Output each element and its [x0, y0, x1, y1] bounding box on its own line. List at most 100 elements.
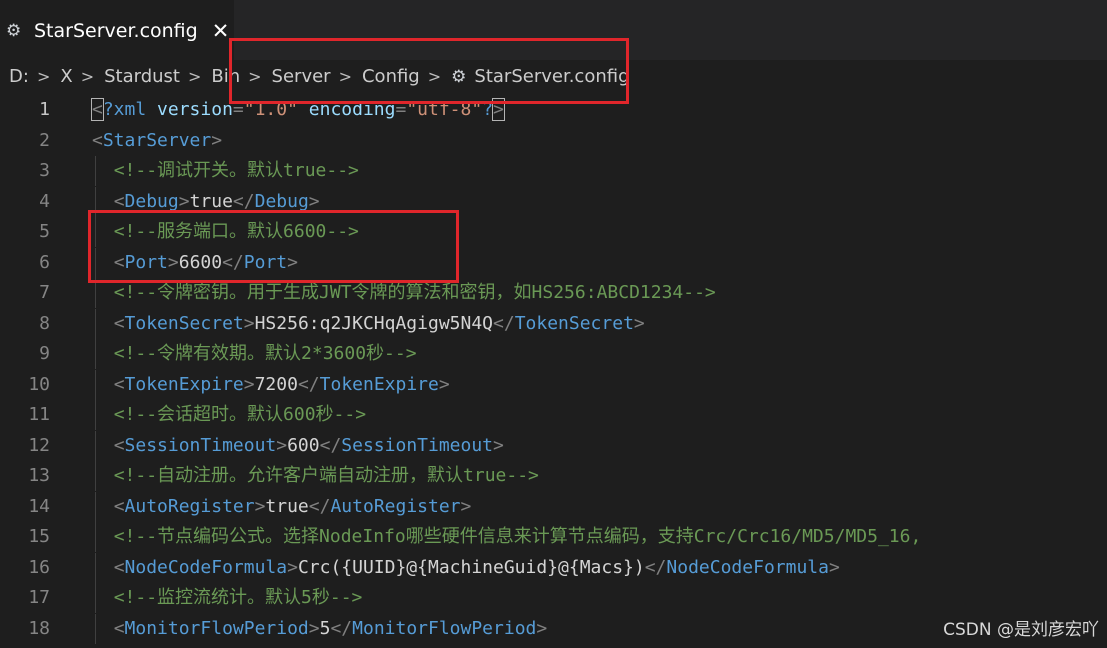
watermark: CSDN @是刘彦宏吖: [943, 620, 1099, 640]
code-token: </: [222, 251, 244, 273]
code-token: <!--令牌有效期。默认2*3600秒-->: [113, 343, 417, 364]
code-token: Debug: [254, 190, 309, 212]
code-token: ?xml: [102, 99, 147, 120]
code-token: >: [492, 98, 505, 121]
code-line: 2 <StarServer>: [0, 126, 1107, 156]
code-token: <!--会话超时。默认600秒-->: [113, 404, 367, 425]
line-number: 2: [39, 129, 50, 151]
breadcrumb-item[interactable]: Server: [272, 66, 331, 87]
breadcrumb-item[interactable]: X: [60, 66, 72, 87]
code-token: AutoRegister: [330, 495, 461, 517]
code-text: <Port>6600</Port>: [92, 248, 298, 278]
line-number: 6: [39, 251, 50, 273]
breadcrumb-item[interactable]: Stardust: [104, 66, 180, 87]
code-token: <: [113, 373, 125, 395]
code-token: </: [644, 556, 667, 578]
line-number: 17: [28, 587, 50, 608]
code-line: 5 <!--服务端口。默认6600-->: [0, 217, 1107, 247]
code-text: <NodeCodeFormula>Crc({UUID}@{MachineGuid…: [92, 553, 840, 583]
code-token: >: [243, 373, 255, 395]
code-token: NodeCodeFormula: [666, 556, 829, 578]
code-token: <: [113, 495, 125, 517]
code-token: =: [395, 99, 407, 120]
code-token: SessionTimeout: [341, 434, 494, 456]
code-text: <?xml version="1.0" encoding="utf-8"?>: [91, 95, 505, 125]
code-token: <: [113, 251, 125, 273]
code-token: SessionTimeout: [124, 434, 277, 456]
close-icon[interactable]: ✕: [212, 19, 230, 43]
line-number: 9: [39, 343, 50, 364]
code-text: <!--自动注册。允许客户端自动注册，默认true-->: [92, 461, 539, 491]
code-token: </: [308, 495, 331, 517]
code-token: </: [319, 434, 342, 456]
code-token: 5: [319, 617, 331, 639]
code-token: 7200: [254, 373, 298, 395]
code-token: MonitorFlowPeriod: [352, 617, 537, 639]
code-token: <: [91, 98, 104, 121]
code-token: version: [157, 99, 233, 120]
code-token: <: [113, 617, 125, 639]
code-line: 3 <!--调试开关。默认true-->: [0, 156, 1107, 186]
code-token: StarServer: [102, 129, 212, 151]
code-line: 14 <AutoRegister>true</AutoRegister>: [0, 491, 1107, 522]
code-line: 4 <Debug>true</Debug>: [0, 186, 1107, 217]
code-text: <MonitorFlowPeriod>5</MonitorFlowPeriod>: [92, 614, 548, 644]
breadcrumb: D: > X > Stardust > Bin > Server > Config > ⚙ StarSer…: [0, 60, 1107, 93]
code-token: </: [330, 617, 353, 639]
code-text: <TokenExpire>7200</TokenExpire>: [92, 370, 450, 400]
breadcrumb-item[interactable]: StarServer.config: [474, 66, 629, 87]
code-text: <!--节点编码公式。选择NodeInfo哪些硬件信息来计算节点编码，支持Crc…: [92, 522, 922, 552]
breadcrumb-separator: >: [248, 67, 262, 86]
code-token: <!--服务端口。默认6600-->: [113, 221, 359, 242]
breadcrumb-item[interactable]: Config: [362, 66, 420, 87]
code-token: TokenSecret: [124, 312, 244, 334]
code-line: 11 <!--会话超时。默认600秒-->: [0, 400, 1107, 430]
code-line: 18 <MonitorFlowPeriod>5</MonitorFlowPeri…: [0, 613, 1107, 644]
code-line: 7 <!--令牌密钥。用于生成JWT令牌的算法和密钥，如HS256:ABCD12…: [0, 278, 1107, 308]
code-token: <: [92, 129, 103, 151]
code-token: <!--令牌密钥。用于生成JWT令牌的算法和密钥，如HS256:ABCD1234…: [113, 282, 716, 303]
code-line: 8 <TokenSecret>HS256:q2JKCHqAgigw5N4Q</T…: [0, 308, 1107, 339]
editor-tab[interactable]: ⚙ StarServer.config ✕: [0, 0, 234, 61]
tab-title: StarServer.config: [34, 20, 198, 42]
breadcrumb-item[interactable]: D:: [9, 66, 29, 87]
code-line: 6 <Port>6600</Port>: [0, 247, 1107, 278]
code-token: TokenSecret: [514, 312, 634, 334]
code-token: <!--节点编码公式。选择NodeInfo哪些硬件信息来计算节点编码，支持Crc…: [113, 526, 922, 547]
breadcrumb-separator: >: [427, 67, 442, 86]
code-token: >: [254, 495, 266, 517]
code-token: "utf-8": [406, 99, 483, 120]
code-text: <StarServer>: [92, 126, 222, 156]
code-token: </: [493, 312, 515, 334]
breadcrumb-separator: >: [187, 67, 202, 86]
code-token: <: [113, 434, 125, 456]
code-line: 16 <NodeCodeFormula>Crc({UUID}@{MachineG…: [0, 552, 1107, 583]
code-token: "1.0": [243, 99, 298, 120]
code-token: <!--调试开关。默认true-->: [113, 160, 359, 181]
code-token: </: [297, 373, 320, 395]
code-token: <!--监控流统计。默认5秒-->: [113, 587, 363, 608]
code-text: <!--会话超时。默认600秒-->: [92, 400, 366, 430]
code-text: <TokenSecret>HS256:q2JKCHqAgigw5N4Q</Tok…: [92, 309, 645, 339]
line-number: 8: [39, 312, 50, 334]
code-line: 15 <!--节点编码公式。选择NodeInfo哪些硬件信息来计算节点编码，支持…: [0, 522, 1107, 552]
code-token: >: [633, 312, 645, 334]
code-editor[interactable]: 1 <?xml version="1.0" encoding="utf-8"?> 2…: [0, 93, 1107, 648]
code-token: AutoRegister: [124, 495, 255, 517]
breadcrumb-item[interactable]: Bin: [211, 66, 240, 87]
code-token: <: [113, 556, 125, 578]
code-token: >: [308, 617, 320, 639]
